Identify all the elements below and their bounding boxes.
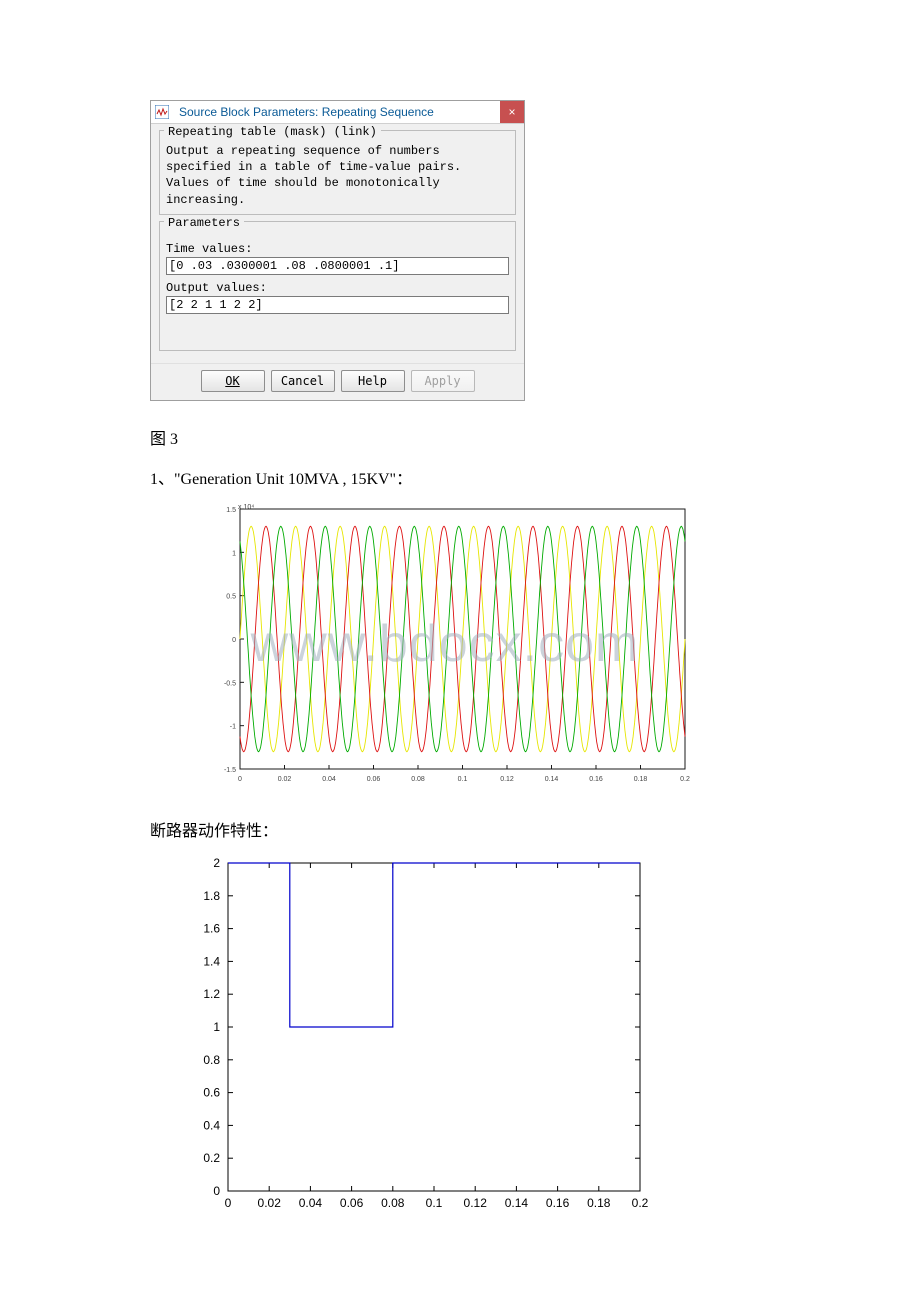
svg-text:0.1: 0.1 [426, 1196, 443, 1210]
svg-text:0.2: 0.2 [632, 1196, 649, 1210]
svg-text:0.18: 0.18 [634, 776, 648, 783]
svg-text:0.8: 0.8 [203, 1053, 220, 1067]
time-values-input[interactable] [166, 257, 509, 275]
section-2-title: 断路器动作特性： [150, 817, 770, 841]
svg-text:1: 1 [232, 550, 236, 557]
mask-legend: Repeating table (mask) (link) [164, 125, 381, 139]
svg-text:0.4: 0.4 [203, 1118, 220, 1132]
parameters-legend: Parameters [164, 216, 244, 230]
mask-fieldset: Repeating table (mask) (link) Output a r… [159, 130, 516, 215]
svg-text:0.02: 0.02 [278, 776, 292, 783]
mask-description: Output a repeating sequence of numbers s… [166, 143, 509, 208]
svg-text:0.04: 0.04 [322, 776, 336, 783]
svg-text:0.2: 0.2 [680, 776, 690, 783]
generation-chart: 0 0.02 0.04 0.06 0.08 0.1 0.12 0.14 0.16 0.18 0.2 -… [200, 499, 690, 789]
svg-text:0.02: 0.02 [258, 1196, 282, 1210]
svg-text:-0.5: -0.5 [224, 680, 236, 687]
svg-text:1.4: 1.4 [203, 954, 220, 968]
help-button[interactable]: Help [341, 370, 405, 392]
close-icon[interactable]: × [500, 101, 524, 123]
svg-text:1.2: 1.2 [203, 987, 220, 1001]
cancel-button[interactable]: Cancel [271, 370, 335, 392]
svg-text:0.5: 0.5 [226, 593, 236, 600]
svg-text:0.08: 0.08 [411, 776, 425, 783]
svg-text:-1: -1 [230, 723, 236, 730]
svg-text:0.06: 0.06 [340, 1196, 364, 1210]
svg-text:0.1: 0.1 [458, 776, 468, 783]
dialog-titlebar: Source Block Parameters: Repeating Seque… [151, 101, 524, 124]
section-1-title: 1、"Generation Unit 10MVA , 15KV"： [150, 465, 770, 489]
svg-text:0.14: 0.14 [545, 776, 559, 783]
dialog-title: Source Block Parameters: Repeating Seque… [173, 101, 500, 123]
dialog-button-row: OK Cancel Help Apply [151, 363, 524, 400]
svg-text:-1.5: -1.5 [224, 767, 236, 774]
svg-text:0.2: 0.2 [203, 1151, 220, 1165]
figure-caption: 图 3 [150, 425, 770, 449]
time-values-label: Time values: [166, 242, 509, 256]
svg-text:0.16: 0.16 [589, 776, 603, 783]
svg-text:2: 2 [213, 856, 220, 870]
svg-text:0: 0 [225, 1196, 232, 1210]
svg-text:0.04: 0.04 [299, 1196, 323, 1210]
block-parameters-dialog: Source Block Parameters: Repeating Seque… [150, 100, 525, 401]
output-values-input[interactable] [166, 296, 509, 314]
breaker-chart-svg: 0 0.02 0.04 0.06 0.08 0.1 0.12 0.14 0.16 0.18 0.2 0… [180, 851, 650, 1211]
svg-text:0: 0 [238, 776, 242, 783]
svg-text:0.06: 0.06 [367, 776, 381, 783]
svg-text:1.5: 1.5 [226, 507, 236, 514]
svg-text:0.08: 0.08 [381, 1196, 405, 1210]
svg-text:0.18: 0.18 [587, 1196, 611, 1210]
svg-text:1.8: 1.8 [203, 889, 220, 903]
svg-text:0.12: 0.12 [500, 776, 514, 783]
svg-text:0.16: 0.16 [546, 1196, 570, 1210]
ok-button[interactable]: OK [201, 370, 265, 392]
wave-chart-svg: 0 0.02 0.04 0.06 0.08 0.1 0.12 0.14 0.16 0.18 0.2 -… [200, 499, 690, 789]
svg-text:1: 1 [213, 1020, 220, 1034]
svg-text:0: 0 [213, 1184, 220, 1198]
svg-text:0.12: 0.12 [464, 1196, 488, 1210]
output-values-label: Output values: [166, 281, 509, 295]
svg-text:0.14: 0.14 [505, 1196, 529, 1210]
breaker-chart: 0 0.02 0.04 0.06 0.08 0.1 0.12 0.14 0.16 0.18 0.2 0… [180, 851, 650, 1216]
parameters-fieldset: Parameters Time values: Output values: [159, 221, 516, 351]
svg-text:x 10⁴: x 10⁴ [238, 504, 254, 511]
apply-button: Apply [411, 370, 475, 392]
dialog-icon [151, 101, 173, 123]
svg-text:0: 0 [232, 637, 236, 644]
svg-text:0.6: 0.6 [203, 1085, 220, 1099]
svg-text:1.6: 1.6 [203, 921, 220, 935]
